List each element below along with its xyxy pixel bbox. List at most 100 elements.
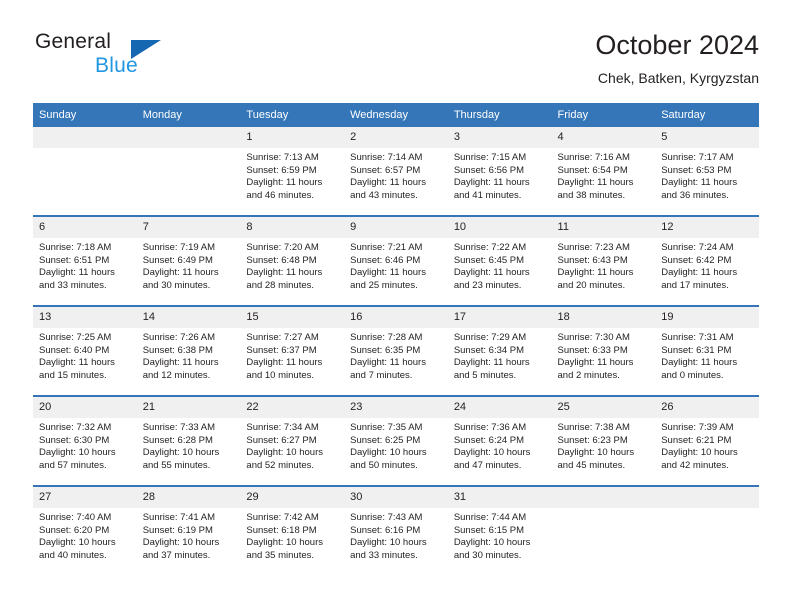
- day-cell: 22 Sunrise: 7:34 AM Sunset: 6:27 PM Dayligh…: [240, 397, 345, 485]
- daylight-text: Daylight: 10 hours and 50 minutes.: [350, 447, 427, 471]
- day-number: 13: [33, 307, 137, 328]
- sunrise-text: Sunrise: 7:36 AM: [453, 422, 527, 433]
- sunset-text: Sunset: 6:27 PM: [246, 434, 317, 446]
- day-cell: 30 Sunrise: 7:43 AM Sunset: 6:16 PM Dayligh…: [344, 487, 448, 575]
- day-cell: 15 Sunrise: 7:27 AM Sunset: 6:37 PM Dayligh…: [240, 307, 345, 395]
- sunrise-text: Sunrise: 7:40 AM: [39, 512, 112, 523]
- calendar-cell[interactable]: 17 Sunrise: 7:29 AM Sunset: 6:34 PM Dayligh…: [447, 306, 552, 397]
- day-details: Sunrise: 7:34 AM Sunset: 6:27 PM Daylight:…: [240, 418, 344, 472]
- calendar-cell[interactable]: 12 Sunrise: 7:24 AM Sunset: 6:42 PM Dayligh…: [655, 216, 759, 307]
- calendar-cell[interactable]: 21 Sunrise: 7:33 AM Sunset: 6:28 PM Dayligh…: [136, 396, 241, 487]
- day-number: 26: [655, 397, 759, 418]
- calendar-cell[interactable]: 2 Sunrise: 7:14 AM Sunset: 6:57 PM Daylight…: [344, 127, 448, 217]
- sunset-text: Sunset: 6:38 PM: [142, 344, 213, 356]
- calendar-cell[interactable]: 30 Sunrise: 7:43 AM Sunset: 6:16 PM Dayligh…: [344, 486, 448, 575]
- sunrise-text: Sunrise: 7:32 AM: [39, 422, 112, 433]
- day-cell: 21 Sunrise: 7:33 AM Sunset: 6:28 PM Dayligh…: [136, 397, 241, 485]
- day-cell: [551, 487, 656, 575]
- calendar-cell[interactable]: 26 Sunrise: 7:39 AM Sunset: 6:21 PM Dayligh…: [655, 396, 759, 487]
- day-cell: 6 Sunrise: 7:18 AM Sunset: 6:51 PM Daylight…: [33, 217, 137, 305]
- sunrise-text: Sunrise: 7:18 AM: [39, 242, 112, 253]
- sunrise-text: Sunrise: 7:29 AM: [453, 332, 527, 343]
- daylight-text: Daylight: 11 hours and 0 minutes.: [661, 357, 738, 381]
- day-details: Sunrise: 7:35 AM Sunset: 6:25 PM Daylight:…: [344, 418, 448, 472]
- calendar-cell[interactable]: 31 Sunrise: 7:44 AM Sunset: 6:15 PM Dayligh…: [447, 486, 552, 575]
- calendar-cell[interactable]: 13 Sunrise: 7:25 AM Sunset: 6:40 PM Dayligh…: [33, 306, 137, 397]
- day-number: [551, 487, 656, 508]
- calendar-body: 1 Sunrise: 7:13 AM Sunset: 6:59 PM Daylight…: [33, 127, 759, 575]
- calendar-cell[interactable]: 1 Sunrise: 7:13 AM Sunset: 6:59 PM Daylight…: [240, 127, 345, 217]
- calendar-cell[interactable]: 29 Sunrise: 7:42 AM Sunset: 6:18 PM Dayligh…: [240, 486, 345, 575]
- calendar-cell[interactable]: 10 Sunrise: 7:22 AM Sunset: 6:45 PM Dayligh…: [447, 216, 552, 307]
- daylight-text: Daylight: 10 hours and 30 minutes.: [453, 537, 531, 561]
- day-number: 19: [655, 307, 759, 328]
- day-number: 16: [344, 307, 448, 328]
- day-number: 14: [136, 307, 241, 328]
- daylight-text: Daylight: 11 hours and 36 minutes.: [661, 177, 738, 201]
- brand-logo[interactable]: General Blue: [33, 28, 253, 88]
- day-cell: [655, 487, 759, 575]
- calendar-cell[interactable]: 24 Sunrise: 7:36 AM Sunset: 6:24 PM Dayligh…: [447, 396, 552, 487]
- day-cell: 29 Sunrise: 7:42 AM Sunset: 6:18 PM Dayligh…: [240, 487, 345, 575]
- calendar-cell[interactable]: 6 Sunrise: 7:18 AM Sunset: 6:51 PM Daylight…: [33, 216, 137, 307]
- sunset-text: Sunset: 6:21 PM: [661, 434, 732, 446]
- day-cell: 11 Sunrise: 7:23 AM Sunset: 6:43 PM Dayligh…: [551, 217, 656, 305]
- calendar-cell[interactable]: 18 Sunrise: 7:30 AM Sunset: 6:33 PM Dayligh…: [551, 306, 656, 397]
- day-details: Sunrise: 7:24 AM Sunset: 6:42 PM Daylight:…: [655, 238, 759, 292]
- day-number: 24: [447, 397, 552, 418]
- calendar-cell[interactable]: 5 Sunrise: 7:17 AM Sunset: 6:53 PM Daylight…: [655, 127, 759, 217]
- calendar-cell[interactable]: 7 Sunrise: 7:19 AM Sunset: 6:49 PM Daylight…: [136, 216, 241, 307]
- calendar-cell[interactable]: 28 Sunrise: 7:41 AM Sunset: 6:19 PM Dayligh…: [136, 486, 241, 575]
- daylight-text: Daylight: 10 hours and 33 minutes.: [350, 537, 427, 561]
- calendar-cell[interactable]: 8 Sunrise: 7:20 AM Sunset: 6:48 PM Daylight…: [240, 216, 345, 307]
- day-number: 30: [344, 487, 448, 508]
- sunset-text: Sunset: 6:51 PM: [39, 254, 110, 266]
- calendar-cell-empty: [33, 127, 137, 217]
- day-cell: 3 Sunrise: 7:15 AM Sunset: 6:56 PM Daylight…: [447, 127, 552, 215]
- day-cell: 27 Sunrise: 7:40 AM Sunset: 6:20 PM Dayligh…: [33, 487, 137, 575]
- day-cell: 7 Sunrise: 7:19 AM Sunset: 6:49 PM Daylight…: [136, 217, 241, 305]
- calendar-cell[interactable]: 14 Sunrise: 7:26 AM Sunset: 6:38 PM Dayligh…: [136, 306, 241, 397]
- day-cell: 25 Sunrise: 7:38 AM Sunset: 6:23 PM Dayligh…: [551, 397, 656, 485]
- sunrise-text: Sunrise: 7:35 AM: [350, 422, 423, 433]
- sunset-text: Sunset: 6:45 PM: [453, 254, 525, 266]
- day-details: Sunrise: 7:22 AM Sunset: 6:45 PM Daylight:…: [448, 238, 552, 292]
- brand-name-bottom: Blue: [95, 54, 138, 77]
- calendar-cell[interactable]: 27 Sunrise: 7:40 AM Sunset: 6:20 PM Dayligh…: [33, 486, 137, 575]
- day-details: Sunrise: 7:29 AM Sunset: 6:34 PM Daylight:…: [448, 328, 552, 382]
- weekday-header-monday: Monday: [136, 103, 241, 127]
- daylight-text: Daylight: 10 hours and 40 minutes.: [39, 537, 116, 561]
- day-details: Sunrise: 7:20 AM Sunset: 6:48 PM Daylight:…: [240, 238, 344, 292]
- day-details: Sunrise: 7:30 AM Sunset: 6:33 PM Daylight:…: [552, 328, 656, 382]
- day-number: [655, 487, 759, 508]
- calendar-cell[interactable]: 25 Sunrise: 7:38 AM Sunset: 6:23 PM Dayligh…: [551, 396, 656, 487]
- day-cell: 10 Sunrise: 7:22 AM Sunset: 6:45 PM Dayligh…: [447, 217, 552, 305]
- day-number: 23: [344, 397, 448, 418]
- sunrise-text: Sunrise: 7:20 AM: [246, 242, 319, 253]
- calendar-cell[interactable]: 9 Sunrise: 7:21 AM Sunset: 6:46 PM Daylight…: [344, 216, 448, 307]
- day-cell: 20 Sunrise: 7:32 AM Sunset: 6:30 PM Dayligh…: [33, 397, 137, 485]
- daylight-text: Daylight: 10 hours and 52 minutes.: [246, 447, 323, 471]
- sunset-text: Sunset: 6:25 PM: [350, 434, 421, 446]
- daylight-text: Daylight: 11 hours and 46 minutes.: [246, 177, 323, 201]
- day-details: Sunrise: 7:18 AM Sunset: 6:51 PM Daylight:…: [33, 238, 137, 292]
- brand-name-top: General: [35, 30, 112, 53]
- calendar-cell[interactable]: 16 Sunrise: 7:28 AM Sunset: 6:35 PM Dayligh…: [344, 306, 448, 397]
- sunrise-text: Sunrise: 7:16 AM: [557, 152, 630, 163]
- calendar-cell-empty: [551, 486, 656, 575]
- daylight-text: Daylight: 11 hours and 15 minutes.: [39, 357, 115, 381]
- weekday-header-saturday: Saturday: [655, 103, 759, 127]
- calendar-cell[interactable]: 19 Sunrise: 7:31 AM Sunset: 6:31 PM Dayligh…: [655, 306, 759, 397]
- daylight-text: Daylight: 11 hours and 30 minutes.: [142, 267, 219, 291]
- day-cell: 2 Sunrise: 7:14 AM Sunset: 6:57 PM Daylight…: [344, 127, 448, 215]
- calendar-cell[interactable]: 22 Sunrise: 7:34 AM Sunset: 6:27 PM Dayligh…: [240, 396, 345, 487]
- calendar-cell[interactable]: 4 Sunrise: 7:16 AM Sunset: 6:54 PM Daylight…: [551, 127, 656, 217]
- calendar-cell[interactable]: 11 Sunrise: 7:23 AM Sunset: 6:43 PM Dayligh…: [551, 216, 656, 307]
- calendar-cell[interactable]: 3 Sunrise: 7:15 AM Sunset: 6:56 PM Daylight…: [447, 127, 552, 217]
- day-cell: 17 Sunrise: 7:29 AM Sunset: 6:34 PM Dayligh…: [447, 307, 552, 395]
- day-number: 9: [344, 217, 448, 238]
- calendar-cell[interactable]: 20 Sunrise: 7:32 AM Sunset: 6:30 PM Dayligh…: [33, 396, 137, 487]
- calendar-cell[interactable]: 23 Sunrise: 7:35 AM Sunset: 6:25 PM Dayligh…: [344, 396, 448, 487]
- sunset-text: Sunset: 6:20 PM: [39, 524, 110, 536]
- calendar-cell[interactable]: 15 Sunrise: 7:27 AM Sunset: 6:37 PM Dayligh…: [240, 306, 345, 397]
